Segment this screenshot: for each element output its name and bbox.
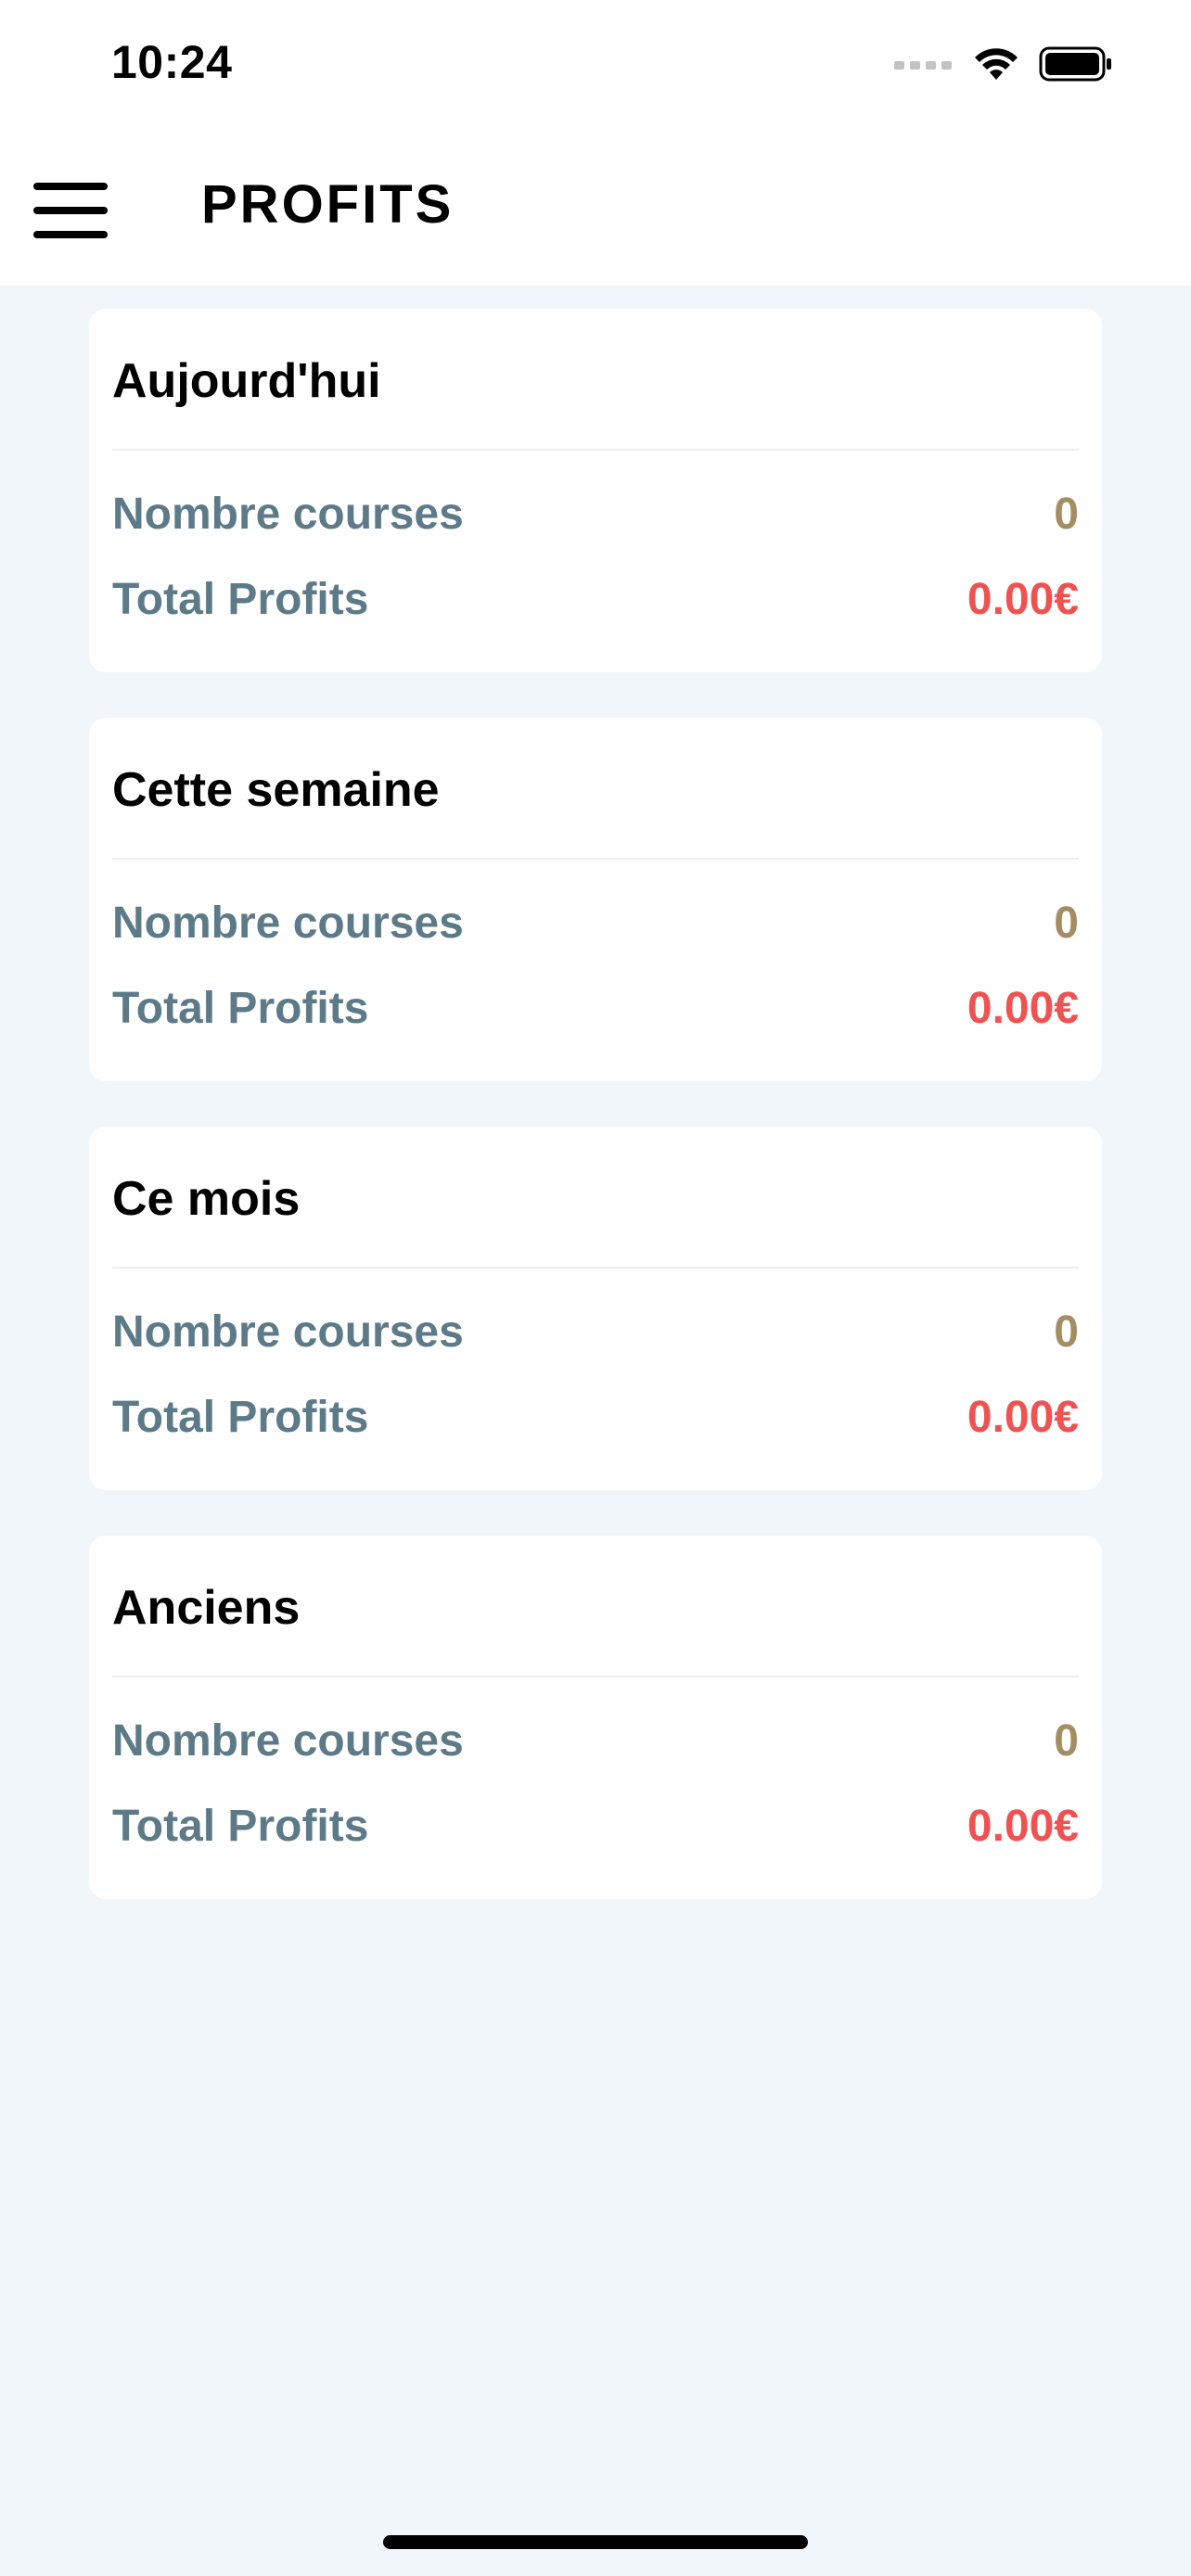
card-title: Ce mois xyxy=(112,1172,301,1226)
card-this-month: Ce mois Nombre courses 0 Total Profits 0… xyxy=(89,1127,1102,1490)
rides-count-label: Nombre courses xyxy=(112,490,464,539)
rides-count-row: Nombre courses 0 xyxy=(112,489,1079,540)
total-profits-row: Total Profits 0.00€ xyxy=(112,574,1079,625)
card-divider xyxy=(112,858,1079,860)
rides-count-label: Nombre courses xyxy=(112,1307,464,1357)
hamburger-line xyxy=(33,207,108,214)
card-this-week: Cette semaine Nombre courses 0 Total Pro… xyxy=(89,718,1102,1081)
card-title: Anciens xyxy=(112,1581,301,1635)
signal-icon xyxy=(894,61,952,70)
total-profits-label: Total Profits xyxy=(112,1393,369,1442)
rides-count-value: 0 xyxy=(1054,899,1079,948)
battery-icon xyxy=(1039,46,1111,82)
card-divider xyxy=(112,449,1079,451)
card-today: Aujourd'hui Nombre courses 0 Total Profi… xyxy=(89,309,1102,672)
rides-count-row: Nombre courses 0 xyxy=(112,1307,1079,1358)
rides-count-row: Nombre courses 0 xyxy=(112,1715,1079,1766)
total-profits-label: Total Profits xyxy=(112,575,369,624)
total-profits-label: Total Profits xyxy=(112,1802,369,1851)
total-profits-value: 0.00€ xyxy=(967,984,1079,1033)
rides-count-value: 0 xyxy=(1054,1307,1079,1357)
hamburger-line xyxy=(33,231,108,238)
home-indicator[interactable] xyxy=(383,2535,808,2549)
card-divider xyxy=(112,1267,1079,1269)
rides-count-row: Nombre courses 0 xyxy=(112,898,1079,949)
hamburger-menu-icon xyxy=(33,183,108,190)
rides-count-label: Nombre courses xyxy=(112,899,464,948)
total-profits-value: 0.00€ xyxy=(967,1393,1079,1442)
app-header: PROFITS xyxy=(0,134,1191,286)
rides-count-value: 0 xyxy=(1054,490,1079,539)
card-title: Aujourd'hui xyxy=(112,354,381,408)
card-divider xyxy=(112,1676,1079,1677)
profit-cards: Aujourd'hui Nombre courses 0 Total Profi… xyxy=(89,309,1102,1945)
card-title: Cette semaine xyxy=(112,763,440,817)
wifi-icon xyxy=(975,48,1018,80)
rides-count-label: Nombre courses xyxy=(112,1716,464,1766)
rides-count-value: 0 xyxy=(1054,1716,1079,1766)
total-profits-value: 0.00€ xyxy=(967,575,1079,624)
page-title: PROFITS xyxy=(201,174,455,235)
total-profits-row: Total Profits 0.00€ xyxy=(112,1801,1079,1852)
card-older: Anciens Nombre courses 0 Total Profits 0… xyxy=(89,1536,1102,1899)
total-profits-row: Total Profits 0.00€ xyxy=(112,983,1079,1034)
status-time: 10:24 xyxy=(111,36,233,88)
total-profits-value: 0.00€ xyxy=(967,1802,1079,1851)
menu-button[interactable] xyxy=(33,183,109,238)
status-bar: 10:24 xyxy=(0,0,1191,134)
total-profits-row: Total Profits 0.00€ xyxy=(112,1392,1079,1443)
status-icons xyxy=(894,46,1113,82)
total-profits-label: Total Profits xyxy=(112,984,369,1033)
